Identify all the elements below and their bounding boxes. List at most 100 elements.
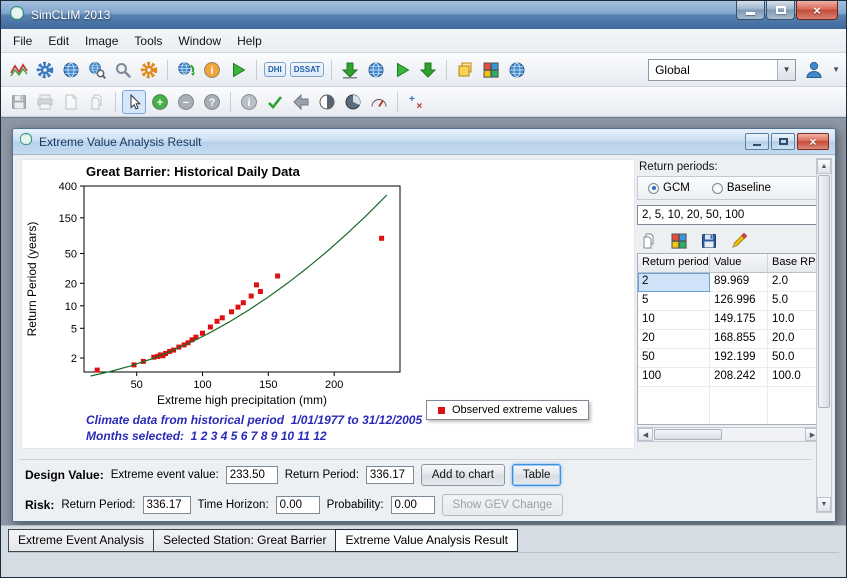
time-horizon-input[interactable] <box>275 496 320 514</box>
tab-selected-station-great-barrier[interactable]: Selected Station: Great Barrier <box>153 529 337 552</box>
site-info-icon[interactable]: i <box>200 58 224 82</box>
table-cell[interactable]: 5 <box>638 292 710 311</box>
hscroll-thumb[interactable] <box>654 429 723 440</box>
tab-extreme-event-analysis[interactable]: Extreme Event Analysis <box>8 529 155 552</box>
globe-view-icon[interactable] <box>505 58 529 82</box>
column-header[interactable]: Return period <box>638 254 710 273</box>
edit-values-icon[interactable] <box>729 231 749 251</box>
child-vscrollbar[interactable]: ▲ ▼ <box>816 158 832 513</box>
menu-item-file[interactable]: File <box>5 31 40 51</box>
radio-gcm[interactable]: GCM <box>648 182 690 194</box>
settings-gear-icon[interactable] <box>137 58 161 82</box>
menu-item-edit[interactable]: Edit <box>40 31 77 51</box>
table-cell[interactable]: 89.969 <box>710 273 768 292</box>
child-minimize-button[interactable] <box>745 133 769 150</box>
maximize-button[interactable] <box>766 1 795 20</box>
column-header[interactable]: Base RP <box>768 254 820 273</box>
menu-item-window[interactable]: Window <box>170 31 229 51</box>
vscroll-thumb[interactable] <box>818 175 830 408</box>
legend-colors-icon[interactable] <box>479 58 503 82</box>
scroll-down-icon[interactable]: ▼ <box>817 497 831 512</box>
probability-input[interactable] <box>390 496 435 514</box>
timeseries-chart-icon[interactable] <box>7 58 31 82</box>
scenario-gear-icon[interactable] <box>33 58 57 82</box>
zoom-out-icon[interactable]: − <box>174 90 198 114</box>
design-return-period-input[interactable] <box>365 466 414 484</box>
region-select[interactable]: Global ▼ <box>648 58 797 81</box>
run-scenario-icon[interactable] <box>390 58 414 82</box>
print-icon[interactable] <box>33 90 57 114</box>
table-cell[interactable]: 126.996 <box>710 292 768 311</box>
dssat-model-badge[interactable]: DSSAT <box>289 62 325 77</box>
copy-table-icon[interactable] <box>639 231 659 251</box>
table-cell[interactable]: 5.0 <box>768 292 820 311</box>
scroll-left-icon[interactable]: ◀ <box>638 428 653 441</box>
table-cell[interactable]: 20 <box>638 330 710 349</box>
minimize-button[interactable] <box>736 1 765 20</box>
extreme-event-value-input[interactable] <box>225 466 278 484</box>
globe-data-icon[interactable] <box>364 58 388 82</box>
undo-icon[interactable] <box>289 90 313 114</box>
new-document-icon[interactable] <box>59 90 83 114</box>
table-cell[interactable]: 100 <box>638 368 710 387</box>
table-cell[interactable]: 2 <box>638 273 710 292</box>
dhi-model-badge[interactable]: DHI <box>264 62 286 77</box>
save-table-icon[interactable] <box>699 231 719 251</box>
table-button[interactable]: Table <box>511 464 562 486</box>
radio-baseline[interactable]: Baseline <box>711 182 771 194</box>
contrast-icon[interactable] <box>315 90 339 114</box>
menu-item-tools[interactable]: Tools <box>126 31 170 51</box>
info-icon[interactable]: i <box>237 90 261 114</box>
return-periods-input[interactable] <box>637 205 821 225</box>
table-cell[interactable]: 2.0 <box>768 273 820 292</box>
zoom-in-icon[interactable]: + <box>148 90 172 114</box>
table-cell[interactable]: 50 <box>638 349 710 368</box>
titlebar[interactable]: SimCLIM 2013 × <box>1 1 846 29</box>
show-gev-change-button[interactable]: Show GEV Change <box>441 494 564 516</box>
zoom-tool-icon[interactable] <box>111 58 135 82</box>
table-cell[interactable]: 149.175 <box>710 311 768 330</box>
gauge-icon[interactable] <box>367 90 391 114</box>
world-map-icon[interactable] <box>59 58 83 82</box>
compute-table-icon[interactable] <box>669 231 689 251</box>
child-maximize-button[interactable] <box>771 133 795 150</box>
child-titlebar[interactable]: Extreme Value Analysis Result × <box>13 129 835 155</box>
table-cell[interactable]: 50.0 <box>768 349 820 368</box>
table-hscrollbar[interactable]: ◀ ▶ <box>637 427 821 442</box>
area-explore-icon[interactable] <box>85 58 109 82</box>
toolbar-separator <box>446 59 448 80</box>
child-close-button[interactable]: × <box>797 133 829 150</box>
copy-icon[interactable] <box>85 90 109 114</box>
table-cell[interactable]: 10.0 <box>768 311 820 330</box>
table-cell[interactable]: 192.199 <box>710 349 768 368</box>
globe-refresh-icon[interactable] <box>174 58 198 82</box>
table-cell[interactable]: 20.0 <box>768 330 820 349</box>
menu-item-help[interactable]: Help <box>229 31 270 51</box>
table-cell[interactable]: 168.855 <box>710 330 768 349</box>
user-profile-icon[interactable] <box>802 58 826 82</box>
download-icon[interactable] <box>416 58 440 82</box>
menu-item-image[interactable]: Image <box>77 31 126 51</box>
table-cell[interactable]: 208.242 <box>710 368 768 387</box>
table-cell[interactable]: 10 <box>638 311 710 330</box>
save-icon[interactable] <box>7 90 31 114</box>
chevron-down-icon[interactable]: ▼ <box>777 59 796 80</box>
run-analysis-icon[interactable] <box>226 58 250 82</box>
add-to-chart-button[interactable]: Add to chart <box>420 464 505 486</box>
verify-icon[interactable] <box>263 90 287 114</box>
pie-chart-icon[interactable] <box>341 90 365 114</box>
import-data-icon[interactable] <box>338 58 362 82</box>
user-menu-chevron-icon[interactable]: ▼ <box>832 65 840 74</box>
column-header[interactable]: Value <box>710 254 768 273</box>
hscroll-track[interactable] <box>653 428 805 441</box>
scroll-up-icon[interactable]: ▲ <box>817 159 831 174</box>
notes-icon[interactable] <box>453 58 477 82</box>
tab-extreme-value-analysis-result[interactable]: Extreme Value Analysis Result <box>335 529 518 552</box>
risk-return-period-input[interactable] <box>142 496 191 514</box>
select-cursor-icon[interactable] <box>122 89 146 114</box>
close-button[interactable]: × <box>796 1 838 20</box>
help-icon[interactable]: ? <box>200 90 224 114</box>
grid-edit-icon[interactable]: + × <box>404 90 428 114</box>
vscroll-track[interactable] <box>817 174 831 497</box>
table-cell[interactable]: 100.0 <box>768 368 820 387</box>
